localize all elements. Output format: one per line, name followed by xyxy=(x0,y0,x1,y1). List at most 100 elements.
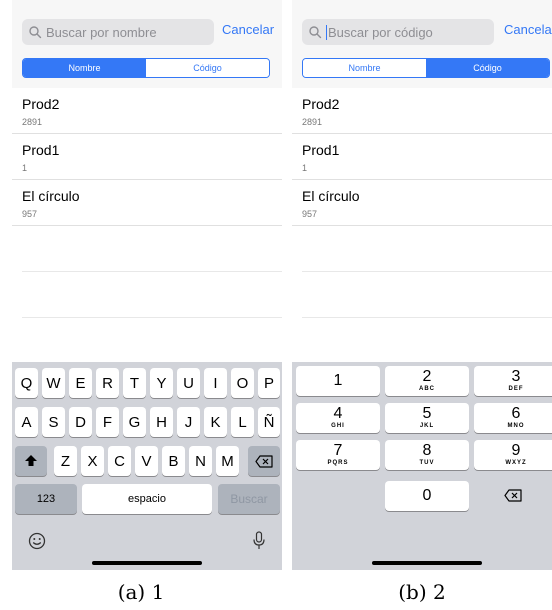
key-f[interactable]: F xyxy=(96,407,119,437)
shift-icon xyxy=(25,455,37,466)
empty-row xyxy=(22,272,282,318)
key-t[interactable]: T xyxy=(123,368,146,398)
key-letters: ABC xyxy=(419,386,435,392)
search-header: Buscar por código Cancelar Nombre Código xyxy=(292,0,552,88)
empty-row xyxy=(302,226,552,272)
item-code: 2891 xyxy=(22,117,43,127)
item-name: El círculo xyxy=(302,188,360,204)
key-q[interactable]: Q xyxy=(15,368,38,398)
key-3[interactable]: 3 DEF xyxy=(474,366,552,396)
key-c[interactable]: C xyxy=(108,446,131,476)
item-name: El círculo xyxy=(22,188,80,204)
key-s[interactable]: S xyxy=(42,407,65,437)
key-0[interactable]: 0 xyxy=(385,481,469,511)
segment-codigo[interactable]: Código xyxy=(146,59,269,77)
key-o[interactable]: O xyxy=(231,368,254,398)
key-g[interactable]: G xyxy=(123,407,146,437)
key-letters: PQRS xyxy=(327,460,349,466)
emoji-icon[interactable] xyxy=(28,532,46,550)
list-item[interactable]: El círculo 957 xyxy=(12,180,282,226)
home-indicator xyxy=(372,561,482,565)
list-item[interactable]: Prod1 1 xyxy=(12,134,282,180)
item-code: 1 xyxy=(22,163,28,173)
key-u[interactable]: U xyxy=(177,368,200,398)
key-d[interactable]: D xyxy=(69,407,92,437)
key-6[interactable]: 6 MNO xyxy=(474,403,552,433)
number-pad: 1 2 ABC 3 DEF 4 GHI 5 JKL 6 MNO 7 PQRS 8 xyxy=(292,362,552,570)
screen-a: Buscar por nombre Cancelar Nombre Código… xyxy=(12,0,282,570)
list-item[interactable]: Prod2 2891 xyxy=(292,88,552,134)
key-5[interactable]: 5 JKL xyxy=(385,403,469,433)
key-digit: 5 xyxy=(422,405,432,422)
key-r[interactable]: R xyxy=(96,368,119,398)
key-h[interactable]: H xyxy=(150,407,173,437)
backspace-key[interactable] xyxy=(248,446,280,476)
search-placeholder: Buscar por nombre xyxy=(46,24,157,40)
key-k[interactable]: K xyxy=(204,407,227,437)
space-key[interactable]: espacio xyxy=(82,484,212,514)
search-key[interactable]: Buscar xyxy=(218,484,280,514)
item-name: Prod1 xyxy=(22,142,60,158)
item-name: Prod1 xyxy=(302,142,340,158)
key-letters: JKL xyxy=(419,423,435,429)
screen-b: Buscar por código Cancelar Nombre Código… xyxy=(292,0,552,570)
segment-nombre[interactable]: Nombre xyxy=(23,59,146,77)
key-p[interactable]: P xyxy=(258,368,280,398)
key-digit: 3 xyxy=(511,368,521,385)
key-letters: DEF xyxy=(508,386,524,392)
key-m[interactable]: M xyxy=(216,446,239,476)
results-list: Prod2 2891 Prod1 1 El círculo 957 xyxy=(292,88,552,318)
search-input[interactable]: Buscar por nombre xyxy=(22,19,214,45)
key-digit: 1 xyxy=(333,372,343,389)
key-9[interactable]: 9 WXYZ xyxy=(474,440,552,470)
cancel-button[interactable]: Cancelar xyxy=(504,22,552,37)
item-code: 2891 xyxy=(302,117,323,127)
backspace-icon xyxy=(255,454,273,468)
key-z[interactable]: Z xyxy=(54,446,77,476)
key-w[interactable]: W xyxy=(42,368,65,398)
key-4[interactable]: 4 GHI xyxy=(296,403,380,433)
numbers-key[interactable]: 123 xyxy=(15,484,77,514)
key-y[interactable]: Y xyxy=(150,368,173,398)
microphone-icon[interactable] xyxy=(252,531,266,551)
key-a[interactable]: A xyxy=(15,407,38,437)
key-7[interactable]: 7 PQRS xyxy=(296,440,380,470)
key-l[interactable]: L xyxy=(231,407,254,437)
key-b[interactable]: B xyxy=(162,446,185,476)
segment-codigo[interactable]: Código xyxy=(426,59,549,77)
key-n[interactable]: N xyxy=(189,446,212,476)
item-code: 1 xyxy=(302,163,308,173)
key-digit: 7 xyxy=(333,442,343,459)
backspace-icon xyxy=(504,489,522,502)
caption-b: (b) 2 xyxy=(398,580,446,604)
item-name: Prod2 xyxy=(302,96,340,112)
search-input[interactable]: Buscar por código xyxy=(302,19,494,45)
key-8[interactable]: 8 TUV xyxy=(385,440,469,470)
key-x[interactable]: X xyxy=(81,446,104,476)
key-letters: MNO xyxy=(507,423,525,429)
list-item[interactable]: Prod1 1 xyxy=(292,134,552,180)
item-code: 957 xyxy=(302,209,318,219)
key-letters: TUV xyxy=(419,460,435,466)
cancel-button[interactable]: Cancelar xyxy=(222,22,274,37)
item-code: 957 xyxy=(22,209,38,219)
key-enye[interactable]: Ñ xyxy=(258,407,280,437)
empty-row xyxy=(302,272,552,318)
shift-key[interactable] xyxy=(15,446,47,476)
backspace-key[interactable] xyxy=(504,489,522,507)
empty-row xyxy=(22,226,282,272)
list-item[interactable]: El círculo 957 xyxy=(292,180,552,226)
key-2[interactable]: 2 ABC xyxy=(385,366,469,396)
segment-nombre[interactable]: Nombre xyxy=(303,59,426,77)
caption-a: (a) 1 xyxy=(117,580,165,604)
item-name: Prod2 xyxy=(22,96,60,112)
key-1[interactable]: 1 xyxy=(296,366,380,396)
search-header: Buscar por nombre Cancelar Nombre Código xyxy=(12,0,282,88)
key-e[interactable]: E xyxy=(69,368,92,398)
key-v[interactable]: V xyxy=(135,446,158,476)
list-item[interactable]: Prod2 2891 xyxy=(12,88,282,134)
key-digit: 2 xyxy=(422,368,432,385)
key-j[interactable]: J xyxy=(177,407,200,437)
key-i[interactable]: I xyxy=(204,368,227,398)
scope-segmented-control: Nombre Código xyxy=(302,58,550,78)
